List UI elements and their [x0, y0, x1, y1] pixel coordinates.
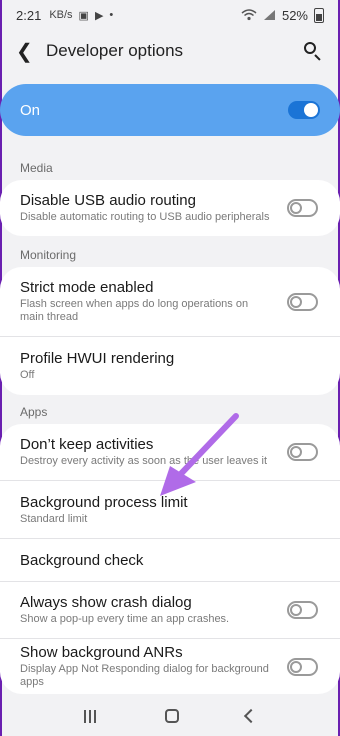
card-apps: Don’t keep activities Destroy every acti… — [0, 424, 340, 694]
row-title: Profile HWUI rendering — [20, 350, 175, 367]
app-bar: ❮ Developer options — [0, 33, 340, 69]
signal-icon — [263, 10, 275, 20]
row-subtitle: Flash screen when apps do long operation… — [20, 298, 249, 323]
card-monitoring: Strict mode enabled Flash screen when ap… — [0, 267, 340, 395]
home-icon[interactable] — [164, 709, 179, 723]
row-background-process-limit[interactable]: Background process limit Standard limit — [0, 481, 340, 539]
status-right: 52% — [241, 7, 324, 23]
nav-back-icon[interactable] — [244, 708, 259, 724]
wifi-icon — [241, 9, 257, 21]
section-header-media: Media — [20, 161, 53, 175]
card-media: Disable USB audio routing Disable automa… — [0, 180, 340, 236]
gallery-icon: ▣ — [78, 9, 89, 22]
dot-icon: • — [109, 9, 114, 21]
crash-dialog-toggle[interactable] — [287, 601, 318, 619]
row-subtitle: Display App Not Responding dialog for ba… — [20, 663, 269, 688]
row-background-check[interactable]: Background check — [0, 539, 340, 582]
nav-bar — [0, 696, 340, 736]
row-title: Don’t keep activities — [20, 436, 154, 453]
status-icons: KB/s ▣ ▶ • — [49, 9, 113, 22]
back-arrow-icon[interactable]: ❮ — [16, 39, 46, 64]
row-title: Strict mode enabled — [20, 279, 154, 296]
row-strict-mode[interactable]: Strict mode enabled Flash screen when ap… — [0, 267, 340, 337]
row-subtitle: Standard limit — [20, 512, 88, 525]
row-show-background-anrs[interactable]: Show background ANRs Display App Not Res… — [0, 639, 340, 694]
play-icon: ▶ — [94, 9, 104, 22]
status-time: 2:21 — [16, 7, 42, 23]
row-title: Disable USB audio routing — [20, 192, 196, 209]
row-subtitle: Destroy every activity as soon as the us… — [20, 455, 267, 467]
row-title: Always show crash dialog — [20, 594, 192, 611]
row-disable-usb-audio[interactable]: Disable USB audio routing Disable automa… — [0, 180, 340, 236]
row-title: Background process limit — [20, 493, 188, 511]
strict-mode-toggle[interactable] — [287, 292, 318, 311]
row-title: Background check — [20, 551, 144, 569]
row-always-show-crash-dialog[interactable]: Always show crash dialog Show a pop-up e… — [0, 582, 340, 639]
page-title: Developer options — [46, 41, 184, 60]
search-icon[interactable] — [302, 40, 324, 62]
row-subtitle: Show a pop-up every time an app crashes. — [20, 613, 230, 625]
usb-audio-toggle[interactable] — [287, 199, 318, 217]
row-title: Show background ANRs — [20, 644, 183, 661]
battery-percent: 52% — [281, 7, 308, 23]
row-profile-hwui[interactable]: Profile HWUI rendering Off — [0, 337, 340, 395]
master-switch-bar[interactable]: On — [0, 84, 340, 136]
section-header-monitoring: Monitoring — [20, 248, 77, 262]
master-toggle[interactable] — [288, 101, 320, 119]
dont-keep-activities-toggle[interactable] — [287, 443, 318, 461]
row-subtitle: Disable automatic routing to USB audio p… — [20, 211, 270, 223]
battery-icon — [314, 7, 324, 23]
section-header-apps: Apps — [20, 405, 48, 419]
network-speed-icon: KB/s — [49, 9, 73, 21]
recent-apps-icon[interactable] — [83, 709, 98, 723]
status-bar: 2:21 KB/s ▣ ▶ • 52% — [0, 0, 340, 30]
row-dont-keep-activities[interactable]: Don’t keep activities Destroy every acti… — [0, 424, 340, 481]
row-subtitle: Off — [20, 369, 35, 381]
master-switch-label: On — [20, 101, 41, 119]
background-anrs-toggle[interactable] — [287, 657, 318, 676]
